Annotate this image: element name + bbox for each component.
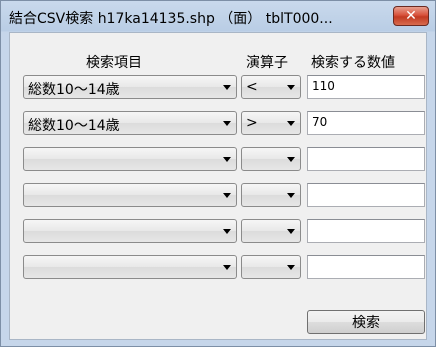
value-input[interactable] [307, 147, 425, 171]
value-input[interactable]: 110 [307, 75, 425, 99]
field-select[interactable] [23, 183, 237, 207]
operator-select[interactable] [241, 255, 301, 279]
value-input[interactable] [307, 183, 425, 207]
chevron-down-icon [287, 229, 295, 234]
close-icon: ✕ [405, 8, 417, 24]
chevron-down-icon [223, 193, 231, 198]
condition-row: 総数10〜14歳 > 70 [10, 111, 426, 135]
value-input-text: 110 [312, 79, 335, 93]
value-input[interactable] [307, 255, 425, 279]
condition-row [10, 183, 426, 207]
column-header-operator: 演算子 [246, 55, 288, 71]
chevron-down-icon [287, 121, 295, 126]
value-input-text: 70 [312, 115, 328, 129]
condition-row [10, 255, 426, 279]
search-button-label: 検索 [352, 315, 380, 331]
condition-row [10, 219, 426, 243]
chevron-down-icon [287, 265, 295, 270]
chevron-down-icon [223, 229, 231, 234]
field-select[interactable]: 総数10〜14歳 [23, 75, 237, 99]
operator-select[interactable] [241, 219, 301, 243]
chevron-down-icon [287, 157, 295, 162]
chevron-down-icon [223, 265, 231, 270]
chevron-down-icon [223, 85, 231, 90]
value-input[interactable]: 70 [307, 111, 425, 135]
operator-select-value: < [246, 79, 258, 95]
operator-select-value: > [246, 115, 258, 131]
value-input[interactable] [307, 219, 425, 243]
operator-select[interactable] [241, 183, 301, 207]
field-select[interactable] [23, 219, 237, 243]
field-select[interactable]: 総数10〜14歳 [23, 111, 237, 135]
dialog-body: 検索項目 演算子 検索する数値 総数10〜14歳 < 110 総数10〜14歳 [9, 32, 427, 340]
search-button[interactable]: 検索 [307, 310, 425, 334]
condition-row: 総数10〜14歳 < 110 [10, 75, 426, 99]
column-header-value: 検索する数値 [311, 55, 395, 71]
close-button[interactable]: ✕ [393, 6, 429, 26]
column-header-item: 検索項目 [86, 55, 142, 71]
field-select[interactable] [23, 147, 237, 171]
chevron-down-icon [223, 121, 231, 126]
condition-row [10, 147, 426, 171]
chevron-down-icon [223, 157, 231, 162]
operator-select[interactable]: > [241, 111, 301, 135]
field-select[interactable] [23, 255, 237, 279]
window-title: 結合CSV検索 h17ka14135.shp （面） tblT000... [9, 11, 333, 27]
operator-select[interactable]: < [241, 75, 301, 99]
search-dialog: 結合CSV検索 h17ka14135.shp （面） tblT000... ✕ … [0, 0, 436, 347]
field-select-value: 総数10〜14歳 [28, 82, 120, 98]
field-select-value: 総数10〜14歳 [28, 118, 120, 134]
title-bar[interactable]: 結合CSV検索 h17ka14135.shp （面） tblT000... ✕ [1, 1, 435, 33]
chevron-down-icon [287, 85, 295, 90]
operator-select[interactable] [241, 147, 301, 171]
chevron-down-icon [287, 193, 295, 198]
